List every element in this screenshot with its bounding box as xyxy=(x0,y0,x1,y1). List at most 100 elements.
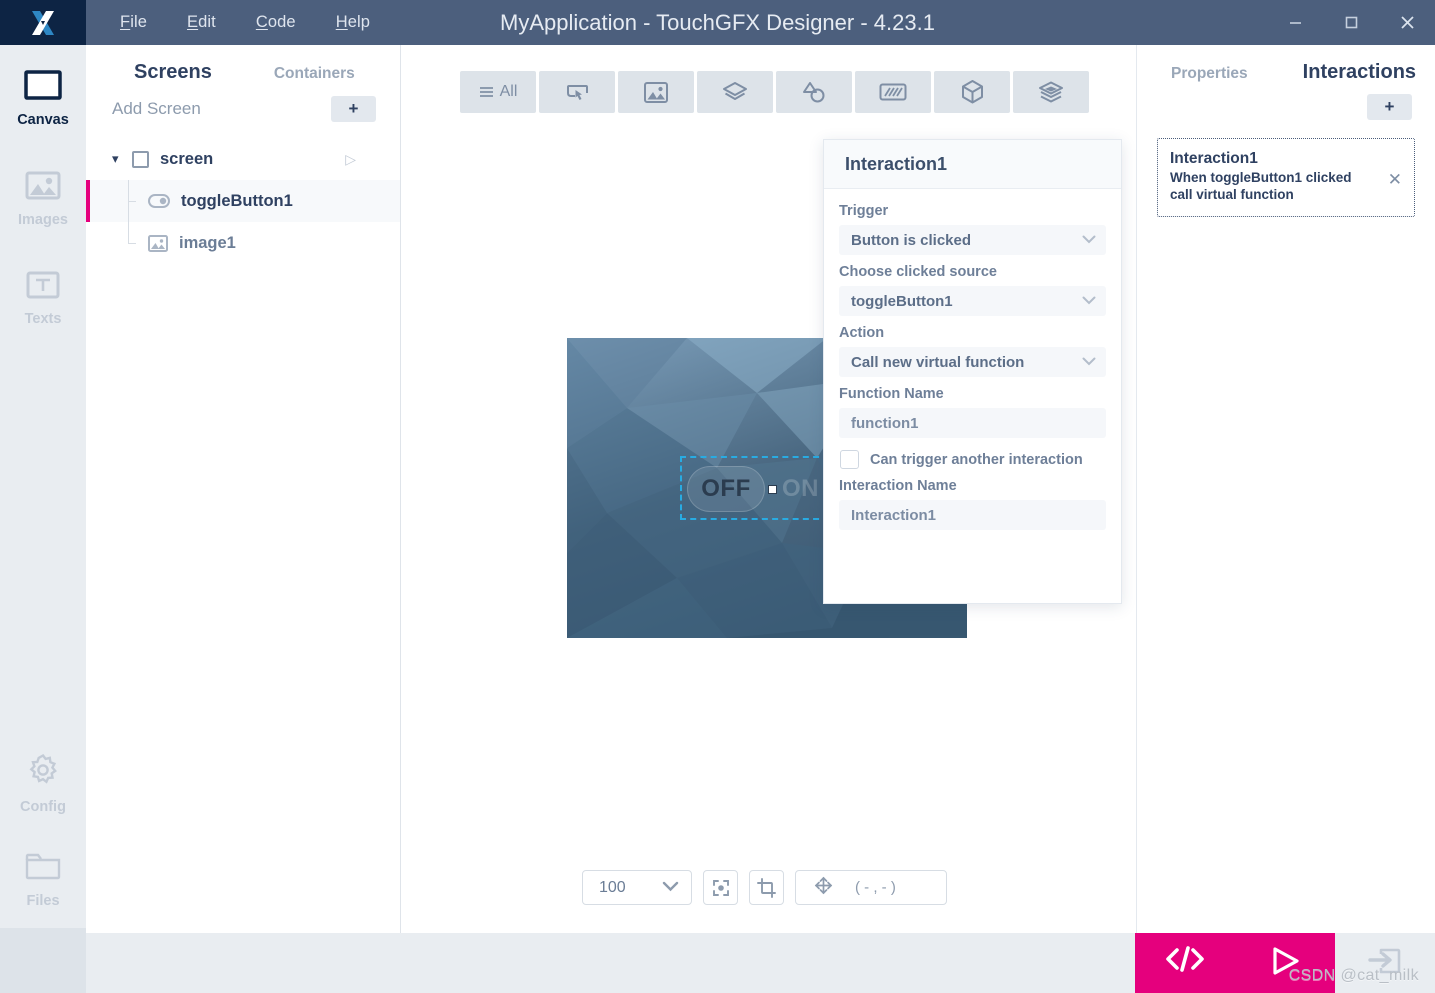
chevron-down-icon xyxy=(1082,233,1096,247)
toolbar-all-label: All xyxy=(499,83,518,100)
watermark: CSDN @cat_milk xyxy=(1288,967,1419,984)
can-trigger-row[interactable]: Can trigger another interaction xyxy=(840,450,1106,469)
generate-code-button[interactable] xyxy=(1135,933,1235,993)
crop-button[interactable] xyxy=(749,870,784,905)
interaction-card[interactable]: Interaction1 When toggleButton1 clicked … xyxy=(1157,138,1415,217)
cube-icon xyxy=(961,80,983,104)
clicked-source-select[interactable]: toggleButton1 xyxy=(839,286,1106,316)
screen-checkbox[interactable] xyxy=(132,150,149,168)
tab-screens[interactable]: Screens xyxy=(124,61,222,84)
stacked-layers-icon xyxy=(1039,81,1063,102)
toolbar-filter-all[interactable]: All xyxy=(460,71,536,113)
function-name-input[interactable]: function1 xyxy=(839,408,1106,438)
canvas-status-bar: 100 (- , -) xyxy=(582,870,947,905)
close-icon[interactable] xyxy=(1379,0,1435,45)
add-screen-row: Add Screen + xyxy=(86,84,400,132)
add-screen-label: Add Screen xyxy=(112,99,201,118)
interaction-card-desc-1: When toggleButton1 clicked xyxy=(1170,170,1352,185)
interaction-card-title: Interaction1 xyxy=(1170,150,1258,167)
function-name-label: Function Name xyxy=(839,386,944,402)
sidebar-item-files[interactable]: Files xyxy=(0,832,86,928)
screen-tree: ▾ screen ▷ toggleButton1 image1 xyxy=(86,138,400,264)
add-screen-button[interactable]: + xyxy=(331,96,376,122)
app-logo xyxy=(0,0,86,45)
screens-panel-tabs: Screens Containers xyxy=(86,45,400,84)
play-screen-icon[interactable]: ▷ xyxy=(345,151,356,168)
tree-label-togglebutton1: toggleButton1 xyxy=(181,191,293,210)
sidebar-label-images: Images xyxy=(18,211,68,228)
chevron-down-icon xyxy=(1082,355,1096,369)
toolbar-buttons-category[interactable] xyxy=(539,71,615,113)
add-interaction-button[interactable]: + xyxy=(1367,94,1412,120)
trigger-select[interactable]: Button is clicked xyxy=(839,225,1106,255)
menu-code[interactable]: Code xyxy=(236,7,316,38)
trigger-label: Trigger xyxy=(839,203,889,219)
canvas-icon xyxy=(24,70,62,105)
tree-row-image1[interactable]: image1 xyxy=(86,222,400,264)
tab-interactions[interactable]: Interactions xyxy=(1303,61,1416,84)
coordinates-value: ( - , - ) xyxy=(855,879,896,896)
toolbar-containers-category[interactable] xyxy=(1013,71,1089,113)
tree-label-image1: image1 xyxy=(179,233,236,252)
toolbar-gauges-category[interactable] xyxy=(855,71,931,113)
menu-file[interactable]: FFileile xyxy=(100,7,167,38)
toolbar-shapes-category[interactable] xyxy=(697,71,773,113)
close-icon[interactable]: ✕ xyxy=(1388,170,1402,190)
menu-bar: FFileile Edit Code Help xyxy=(100,7,390,38)
shape-circle-icon xyxy=(802,81,824,102)
image-icon xyxy=(644,81,668,103)
menu-help[interactable]: Help xyxy=(316,7,390,38)
folder-icon xyxy=(24,851,62,886)
sidebar-item-config[interactable]: Config xyxy=(0,736,86,832)
zoom-level-select[interactable]: 100 xyxy=(582,870,692,905)
tab-properties[interactable]: Properties xyxy=(1171,65,1248,83)
toolbar-drawables-category[interactable] xyxy=(776,71,852,113)
sidebar-item-images[interactable]: Images xyxy=(0,151,86,247)
toggle-knob: OFF xyxy=(687,466,765,512)
minimize-icon[interactable] xyxy=(1267,0,1323,45)
action-select[interactable]: Call new virtual function xyxy=(839,347,1106,377)
resize-handle[interactable] xyxy=(768,485,777,494)
chevron-down-icon xyxy=(662,879,679,897)
action-label: Action xyxy=(839,325,885,341)
right-panel-tabs: Properties Interactions xyxy=(1137,45,1435,84)
hamburger-icon xyxy=(479,87,493,97)
crop-icon xyxy=(756,877,776,898)
toggle-button-icon xyxy=(148,194,170,208)
function-name-value: function1 xyxy=(851,414,919,432)
interaction-name-input[interactable]: Interaction1 xyxy=(839,500,1106,530)
interaction-card-desc-2: call virtual function xyxy=(1170,186,1294,202)
trigger-value: Button is clicked xyxy=(851,231,972,249)
right-panel: Properties Interactions + Interaction1 W… xyxy=(1136,45,1435,933)
gear-icon xyxy=(26,753,60,792)
tree-row-screen[interactable]: ▾ screen ▷ xyxy=(86,138,400,180)
tree-guide-line xyxy=(128,180,136,222)
tree-row-togglebutton1[interactable]: toggleButton1 xyxy=(86,180,400,222)
clicked-source-label: Choose clicked source xyxy=(839,264,997,280)
chevron-down-icon[interactable]: ▾ xyxy=(112,151,124,167)
fit-to-screen-button[interactable] xyxy=(703,870,738,905)
left-icon-rail: Canvas Images Texts Config Files xyxy=(0,45,86,993)
sidebar-label-files: Files xyxy=(26,893,60,909)
tab-containers[interactable]: Containers xyxy=(264,65,365,83)
touchgfx-designer-window: FFileile Edit Code Help MyApplication - … xyxy=(0,0,1435,993)
image-icon xyxy=(148,234,168,252)
interaction-dialog-body: Trigger Button is clicked Choose clicked… xyxy=(824,189,1121,530)
texts-icon xyxy=(26,271,60,304)
button-touch-icon xyxy=(566,84,588,100)
can-trigger-checkbox[interactable] xyxy=(840,450,859,469)
chevron-down-icon xyxy=(1082,294,1096,308)
title-bar: FFileile Edit Code Help MyApplication - … xyxy=(0,0,1435,45)
add-interaction-row: + xyxy=(1137,84,1435,120)
sidebar-item-canvas[interactable]: Canvas xyxy=(0,51,86,147)
sidebar-item-texts[interactable]: Texts xyxy=(0,251,86,347)
focus-target-icon xyxy=(712,879,729,896)
move-arrows-icon[interactable] xyxy=(814,876,833,899)
toolbar-images-category[interactable] xyxy=(618,71,694,113)
toolbar-3d-category[interactable] xyxy=(934,71,1010,113)
clicked-source-value: toggleButton1 xyxy=(851,292,953,310)
maximize-icon[interactable] xyxy=(1323,0,1379,45)
widget-toolbar: All xyxy=(460,71,1089,113)
menu-edit[interactable]: Edit xyxy=(167,7,236,38)
interaction-dialog-header: Interaction1 xyxy=(824,140,1121,189)
